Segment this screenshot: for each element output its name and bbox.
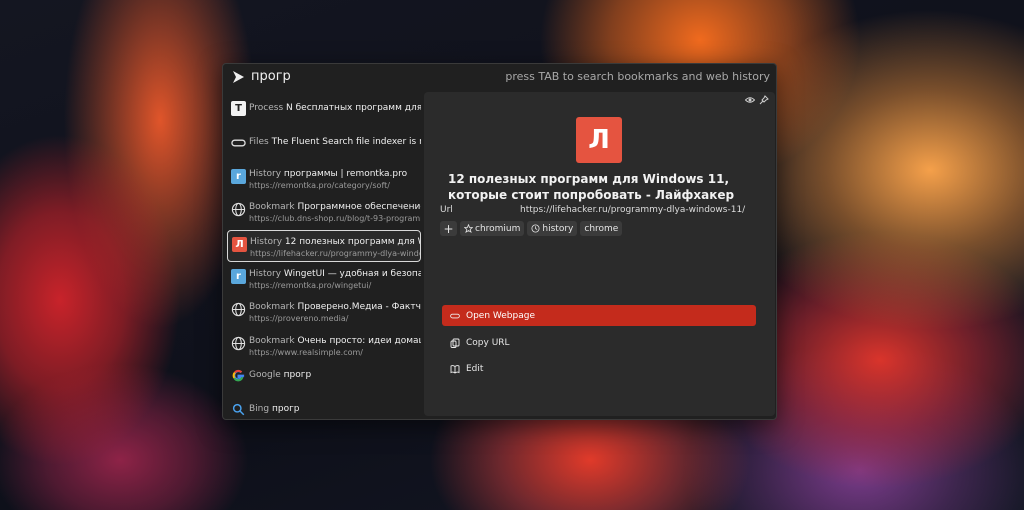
result-item[interactable]: TProcess N бесплатных программ для прок: [227, 97, 421, 123]
search-icon: [231, 402, 246, 417]
result-url: https://remontka.pro/wingetui/: [249, 281, 372, 290]
t-app-icon: T: [231, 101, 246, 116]
detail-title: 12 полезных программ для Windows 11, кот…: [448, 172, 735, 202]
results-list: TProcess N бесплатных программ для прок F…: [227, 92, 421, 418]
tag-history[interactable]: history: [527, 221, 578, 236]
link-icon: [450, 311, 460, 321]
arrow-right-icon: [233, 71, 244, 83]
result-title: Очень просто: идеи домашнего: [297, 336, 421, 346]
edit-button[interactable]: Edit: [442, 358, 756, 379]
result-item[interactable]: Bookmark Проверено.Медиа - Фактчекинг htt…: [227, 298, 421, 326]
result-type: Google: [249, 370, 281, 380]
result-item[interactable]: Bing прогр: [227, 398, 421, 420]
result-type: History: [250, 237, 283, 247]
tag-list: + chromium history chrome: [440, 221, 623, 236]
detail-panel: Л 12 полезных программ для Windows 11, к…: [424, 92, 775, 416]
url-value: https://lifehacker.ru/programmy-dlya-win…: [520, 205, 746, 215]
result-type: Process: [249, 103, 284, 113]
site-logo: Л: [576, 117, 622, 163]
book-icon: [450, 364, 460, 374]
result-title: Программное обеспечение | Бл: [297, 202, 421, 212]
result-title: Проверено.Медиа - Фактчекинг: [297, 302, 421, 312]
action-label: Open Webpage: [466, 310, 535, 321]
globe-icon: [231, 336, 246, 351]
action-label: Copy URL: [466, 337, 510, 348]
search-bar[interactable]: прогр press TAB to search bookmarks and …: [223, 64, 776, 90]
result-url: https://www.realsimple.com/: [249, 348, 364, 357]
search-hint: press TAB to search bookmarks and web hi…: [505, 70, 770, 83]
remontka-favicon-icon: r: [231, 169, 246, 184]
result-type: Bookmark: [249, 302, 295, 312]
url-label: Url: [440, 205, 453, 215]
result-item[interactable]: Bookmark Программное обеспечение | Бл htt…: [227, 198, 421, 226]
pin-icon[interactable]: [759, 95, 769, 105]
result-title: WingetUI — удобная и безопасная: [283, 269, 421, 279]
result-item[interactable]: Bookmark Очень просто: идеи домашнего htt…: [227, 332, 421, 360]
tag-label: chromium: [475, 223, 521, 234]
copy-url-button[interactable]: Copy URL: [442, 332, 756, 353]
link-icon: [231, 135, 246, 150]
result-title: 12 полезных программ для Windo: [284, 237, 420, 247]
result-item[interactable]: rHistory WingetUI — удобная и безопасная…: [227, 265, 421, 293]
tag-label: chrome: [584, 223, 619, 234]
copy-icon: [450, 338, 460, 348]
result-title: N бесплатных программ для прок: [286, 103, 421, 113]
tag-label: history: [542, 223, 574, 234]
result-url: https://club.dns-shop.ru/blog/t-93-progr…: [249, 214, 421, 223]
result-title: прогр: [271, 404, 300, 414]
result-item[interactable]: Google прогр: [227, 364, 421, 388]
google-icon: [231, 368, 246, 383]
result-url: https://provereno.media/: [249, 314, 349, 323]
lifehacker-favicon-icon: Л: [232, 237, 247, 252]
result-title: прогр: [283, 370, 312, 380]
history-icon: [531, 224, 540, 233]
result-type: Bookmark: [249, 202, 295, 212]
result-type: History: [249, 169, 282, 179]
result-type: Files: [249, 137, 269, 147]
globe-icon: [231, 202, 246, 217]
result-url: https://remontka.pro/category/soft/: [249, 181, 390, 190]
tag-chromium[interactable]: chromium: [460, 221, 525, 236]
result-title: The Fluent Search file indexer is not in…: [271, 137, 421, 147]
result-type: Bookmark: [249, 336, 295, 346]
add-tag-button[interactable]: +: [440, 221, 457, 236]
open-webpage-button[interactable]: Open Webpage: [442, 305, 756, 326]
result-item[interactable]: ЛHistory 12 полезных программ для Windo h…: [227, 230, 421, 262]
globe-icon: [231, 302, 246, 317]
result-type: History: [249, 269, 282, 279]
result-item[interactable]: Files The Fluent Search file indexer is …: [227, 131, 421, 157]
result-item[interactable]: r History программы | remontka.pro https:/…: [227, 165, 421, 193]
result-url: https://lifehacker.ru/programmy-dlya-win…: [250, 249, 420, 258]
tag-chrome[interactable]: chrome: [580, 221, 623, 236]
search-input[interactable]: прогр: [251, 69, 291, 84]
star-icon: [464, 224, 473, 233]
remontka-favicon-icon: r: [231, 269, 246, 284]
fluent-search-window: прогр press TAB to search bookmarks and …: [222, 63, 777, 420]
action-label: Edit: [466, 363, 484, 374]
result-title: программы | remontka.pro: [283, 169, 408, 179]
result-type: Bing: [249, 404, 270, 414]
eye-icon[interactable]: [745, 95, 755, 105]
